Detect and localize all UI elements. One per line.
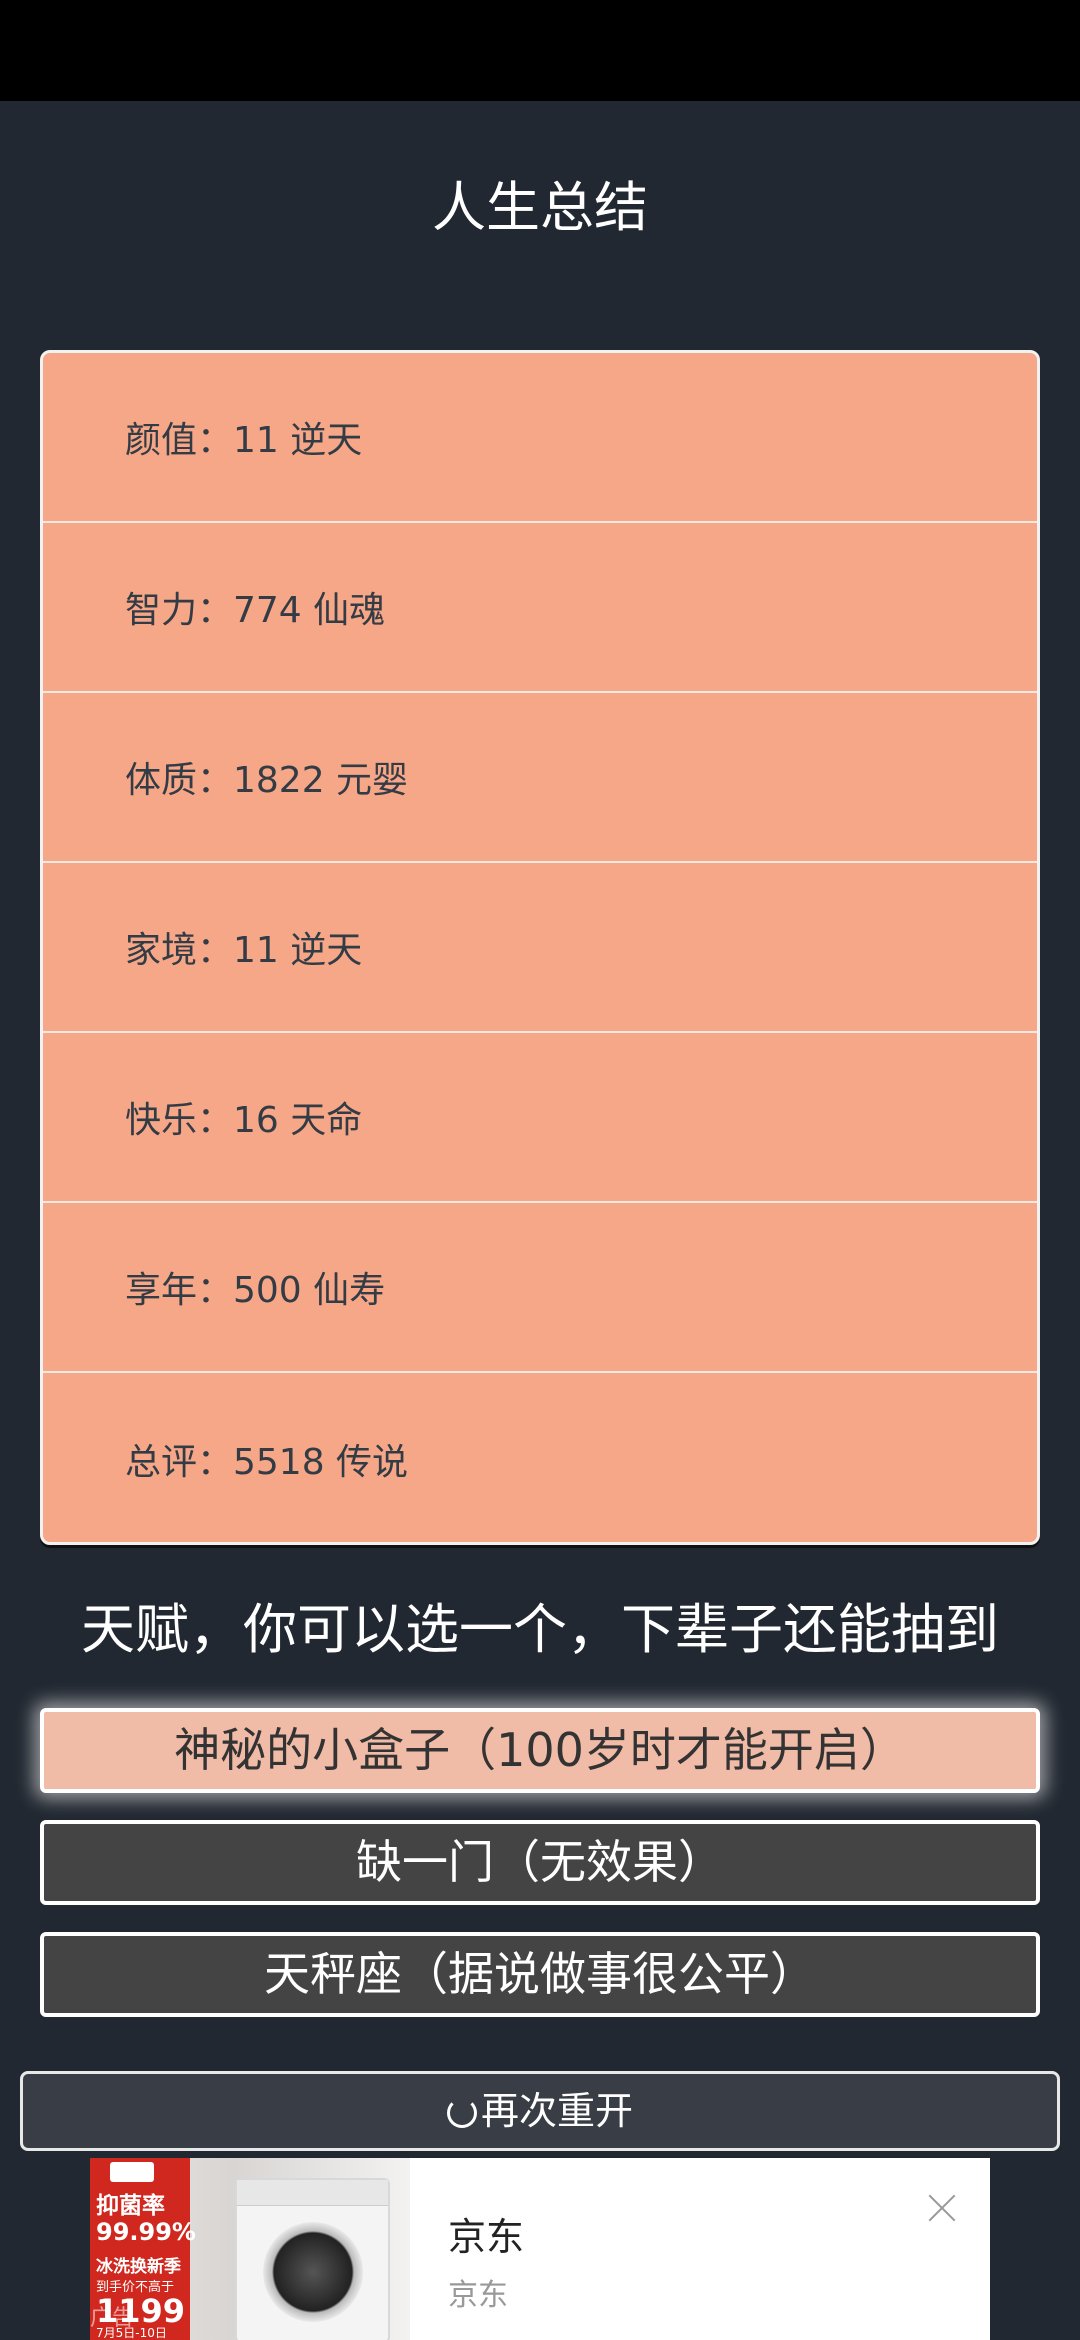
washing-machine-image: [235, 2178, 390, 2340]
jd-logo-icon: [110, 2162, 154, 2182]
ad-subtitle: 京东: [448, 2278, 508, 2313]
ad-title[interactable]: 京东: [448, 2206, 524, 2261]
summary-row-constitution: 体质：1822 元婴: [43, 693, 1037, 863]
summary-row-intelligence: 智力：774 仙魂: [43, 523, 1037, 693]
restart-label: 再次重开: [480, 2089, 633, 2133]
talent-option-mystery-box[interactable]: 神秘的小盒子（100岁时才能开启）: [40, 1708, 1040, 1793]
washer-door: [263, 2222, 363, 2322]
ad-badge-line: 冰洗换新季: [96, 2257, 181, 2277]
ad-banner[interactable]: 抑菌率 99.99% 冰洗换新季 到手价不高于 1199 7月5日-10日 京东…: [90, 2158, 990, 2340]
close-icon[interactable]: [922, 2188, 962, 2228]
summary-table: 颜值：11 逆天 智力：774 仙魂 体质：1822 元婴 家境：11 逆天 快…: [40, 350, 1040, 1545]
talent-option-missing-suit[interactable]: 缺一门（无效果）: [40, 1820, 1040, 1905]
talent-option-libra[interactable]: 天秤座（据说做事很公平）: [40, 1932, 1040, 2017]
summary-row-overall: 总评：5518 传说: [125, 1441, 409, 1483]
ad-image[interactable]: 抑菌率 99.99% 冰洗换新季 到手价不高于 1199 7月5日-10日: [90, 2158, 410, 2340]
summary-row-happiness: 快乐：16 天命: [43, 1033, 1037, 1203]
talent-heading: 天赋，你可以选一个，下辈子还能抽到: [81, 1598, 999, 1661]
page-title: 人生总结: [432, 176, 648, 239]
ad-watermark: 广告: [90, 2306, 135, 2331]
summary-row-family: 家境：11 逆天: [43, 863, 1037, 1033]
summary-row-appearance: 颜值：11 逆天: [43, 353, 1037, 523]
status-bar: [0, 0, 1080, 101]
summary-row-lifespan: 享年：500 仙寿: [43, 1203, 1037, 1373]
ad-badge-line: 99.99%: [96, 2218, 196, 2246]
refresh-icon: [446, 2098, 477, 2128]
ad-badge-line: 抑菌率: [96, 2193, 165, 2219]
washer-panel: [237, 2180, 388, 2206]
restart-button[interactable]: 再次重开: [20, 2071, 1060, 2151]
